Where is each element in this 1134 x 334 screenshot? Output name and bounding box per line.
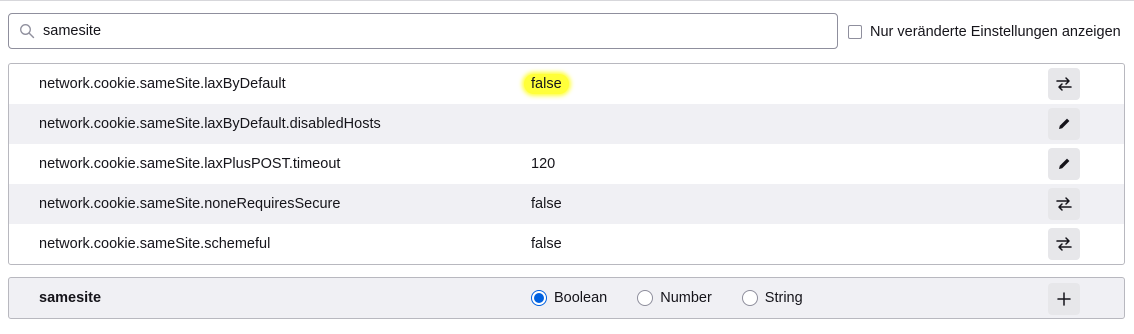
pref-name: network.cookie.sameSite.laxByDefault bbox=[39, 76, 286, 92]
radio-boolean[interactable] bbox=[531, 290, 547, 306]
pref-value: false bbox=[524, 74, 569, 94]
add-pref-row: samesite Boolean Number String bbox=[8, 277, 1125, 319]
changed-only-filter[interactable]: Nur veränderte Einstellungen anzeigen bbox=[848, 23, 1121, 41]
pref-row: network.cookie.sameSite.laxPlusPOST.time… bbox=[9, 144, 1124, 184]
toggle-icon bbox=[1056, 237, 1072, 251]
edit-button[interactable] bbox=[1048, 108, 1080, 140]
pref-value: false bbox=[531, 236, 562, 252]
radio-label: Boolean bbox=[554, 290, 608, 306]
changed-only-checkbox[interactable] bbox=[848, 25, 862, 39]
pref-name: network.cookie.sameSite.schemeful bbox=[39, 236, 271, 252]
type-option-string[interactable]: String bbox=[741, 290, 803, 306]
top-divider bbox=[0, 0, 1134, 1]
plus-icon bbox=[1057, 292, 1071, 306]
pref-row: network.cookie.sameSite.noneRequiresSecu… bbox=[9, 184, 1124, 224]
preferences-table: network.cookie.sameSite.laxByDefault fal… bbox=[8, 63, 1125, 265]
pref-name: network.cookie.sameSite.laxPlusPOST.time… bbox=[39, 156, 341, 172]
pref-row: network.cookie.sameSite.schemeful false bbox=[9, 224, 1124, 264]
search-icon bbox=[19, 23, 35, 39]
pref-name: network.cookie.sameSite.noneRequiresSecu… bbox=[39, 196, 341, 212]
edit-icon bbox=[1059, 158, 1070, 169]
edit-icon bbox=[1059, 118, 1070, 129]
pref-row: network.cookie.sameSite.laxByDefault.dis… bbox=[9, 104, 1124, 144]
toggle-icon bbox=[1056, 197, 1072, 211]
search-field[interactable] bbox=[8, 13, 838, 49]
type-option-number[interactable]: Number bbox=[637, 290, 712, 306]
type-radio-group: Boolean Number String bbox=[531, 290, 833, 306]
toggle-button[interactable] bbox=[1048, 68, 1080, 100]
toggle-icon bbox=[1056, 77, 1072, 91]
pref-row: network.cookie.sameSite.laxByDefault fal… bbox=[9, 64, 1124, 104]
type-option-boolean[interactable]: Boolean bbox=[531, 290, 607, 306]
radio-label: Number bbox=[660, 290, 712, 306]
changed-only-label: Nur veränderte Einstellungen anzeigen bbox=[870, 24, 1121, 40]
toggle-button[interactable] bbox=[1048, 228, 1080, 260]
radio-string[interactable] bbox=[741, 290, 758, 306]
radio-number[interactable] bbox=[637, 290, 654, 306]
new-pref-name: samesite bbox=[39, 290, 102, 306]
pref-name: network.cookie.sameSite.laxByDefault.dis… bbox=[39, 116, 381, 132]
pref-value: false bbox=[531, 196, 562, 212]
pref-value: 120 bbox=[531, 156, 556, 172]
radio-label: String bbox=[764, 290, 803, 306]
toggle-button[interactable] bbox=[1048, 188, 1080, 220]
add-button[interactable] bbox=[1048, 283, 1080, 315]
search-input[interactable] bbox=[43, 23, 803, 39]
edit-button[interactable] bbox=[1048, 148, 1080, 180]
